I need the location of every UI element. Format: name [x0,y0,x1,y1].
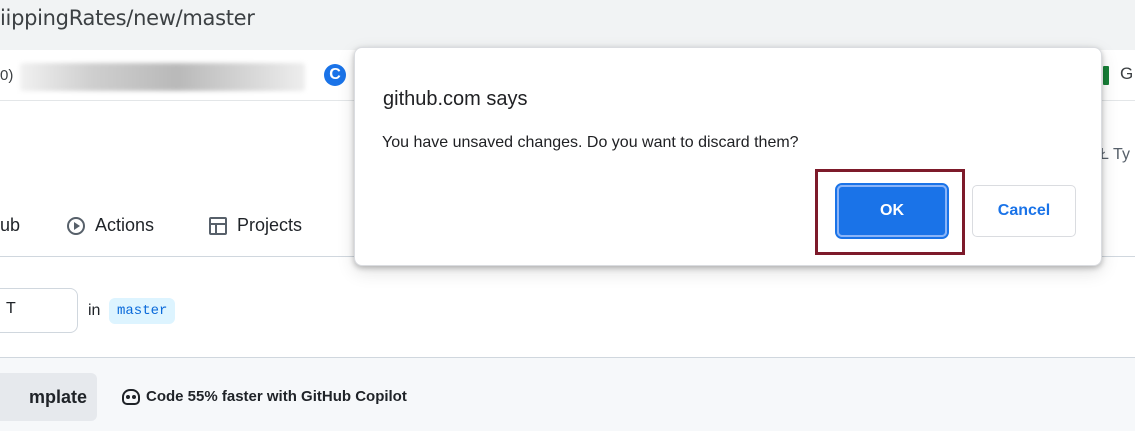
tab-code[interactable]: ub [0,215,20,236]
play-icon [67,216,85,235]
dialog-title: github.com says [383,88,528,110]
confirm-dialog: github.com says You have unsaved changes… [354,47,1102,266]
copilot-icon [122,388,140,405]
ok-button[interactable]: OK [835,183,949,239]
branch-badge[interactable]: master [109,298,176,324]
filename-value: T [6,300,16,317]
copilot-promo[interactable]: Code 55% faster with GitHub Copilot [122,388,407,405]
address-bar[interactable]: iippingRates/new/master [0,0,1135,50]
copilot-promo-text: Code 55% faster with GitHub Copilot [146,388,407,405]
table-icon [209,216,227,235]
in-label: in [88,302,101,319]
tab-code-label: ub [0,215,21,235]
dialog-message: You have unsaved changes. Do you want to… [382,134,799,151]
bookmark-right-label[interactable]: G [1120,64,1133,84]
tab-actions[interactable]: Actions [67,215,154,236]
search-fragment[interactable]: Ł Ty [1100,146,1130,164]
template-button[interactable]: mplate [0,373,97,421]
filename-input[interactable]: T [0,288,78,333]
blurred-bookmark[interactable] [20,63,305,91]
tab-projects[interactable]: Projects [209,215,302,236]
tab-projects-label: Projects [237,215,303,235]
tab-actions-label: Actions [95,215,155,235]
sheets-icon[interactable] [1103,66,1109,85]
bookmark-fragment[interactable]: 0) [0,67,13,84]
cancel-button[interactable]: Cancel [972,185,1076,237]
url-text[interactable]: iippingRates/new/master [0,6,255,30]
c-logo-icon[interactable]: C [324,64,346,86]
